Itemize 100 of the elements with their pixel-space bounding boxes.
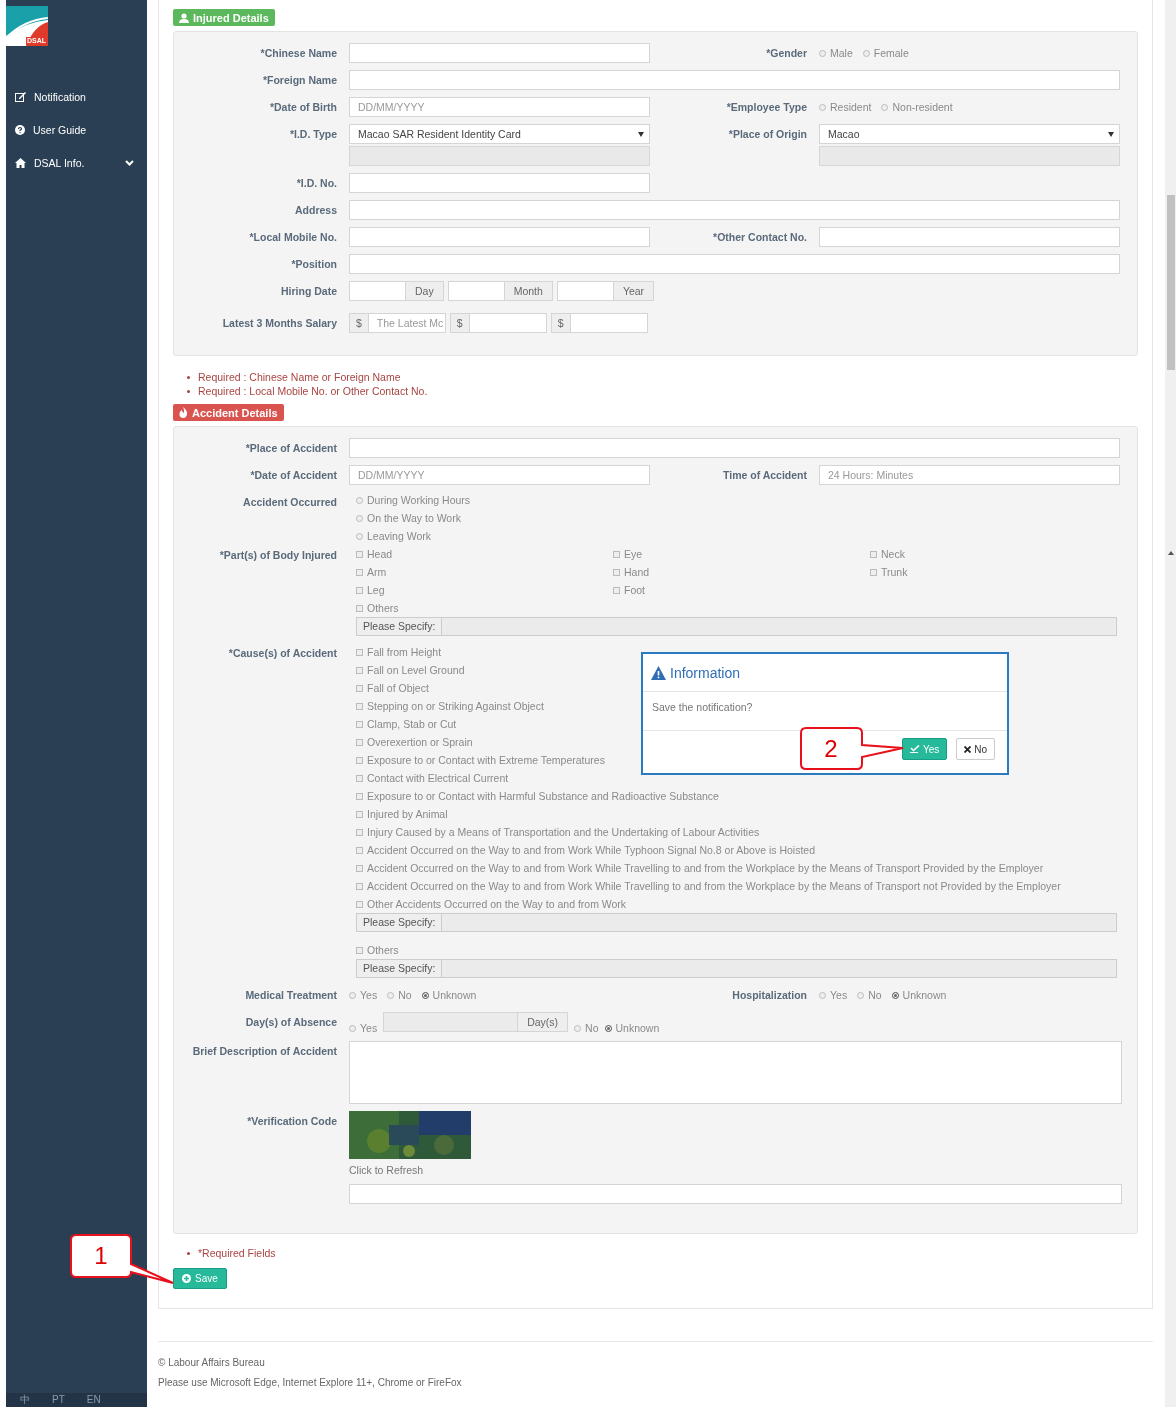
salary-field[interactable]: $ — [550, 313, 648, 333]
text-field[interactable]: DD/MM/YYYY — [349, 465, 650, 485]
specify-field[interactable]: Please Specify: — [356, 959, 1117, 978]
radio-button[interactable] — [819, 49, 826, 57]
nav-item[interactable]: Notification — [6, 88, 147, 105]
verification-field[interactable] — [349, 1184, 1122, 1204]
checkbox-option[interactable]: Other Accidents Occurred on the Way to and from Work — [356, 895, 627, 913]
radio-button[interactable] — [349, 991, 356, 999]
radio-option[interactable]: Male — [819, 47, 853, 59]
description-field[interactable] — [349, 1041, 1122, 1104]
text-field[interactable]: DD/MM/YYYY — [349, 97, 650, 117]
checkbox-option[interactable]: Clamp, Stab or Cut — [356, 715, 457, 733]
checkbox-option[interactable]: Arm — [356, 563, 387, 581]
checkbox[interactable] — [356, 774, 363, 782]
radio-button[interactable] — [421, 991, 429, 999]
scroll-up-icon[interactable] — [1168, 551, 1174, 555]
checkbox[interactable] — [356, 684, 363, 692]
radio-button[interactable] — [862, 49, 870, 57]
checkbox-option[interactable]: Others — [356, 941, 399, 959]
checkbox[interactable] — [356, 828, 363, 836]
radio-option[interactable]: No — [574, 1022, 599, 1034]
date-part-field[interactable]: Day — [349, 281, 444, 301]
language-link[interactable]: PT — [52, 1393, 65, 1407]
radio-button[interactable] — [857, 991, 865, 999]
radio-option[interactable]: Non-resident — [881, 101, 953, 113]
radio-option[interactable]: Yes — [819, 989, 848, 1001]
radio-option[interactable]: No — [387, 989, 412, 1001]
nav-item[interactable]: DSAL Info. — [6, 154, 147, 171]
checkbox[interactable] — [356, 946, 363, 954]
radio-option[interactable]: Yes — [349, 1022, 378, 1034]
checkbox[interactable] — [613, 550, 620, 558]
text-field[interactable] — [819, 227, 1120, 247]
checkbox-option[interactable]: Leg — [356, 581, 385, 599]
radio-button[interactable] — [881, 103, 889, 111]
checkbox[interactable] — [870, 550, 877, 558]
checkbox[interactable] — [356, 720, 363, 728]
checkbox-option[interactable]: Injury Caused by a Means of Transportation and the Undertaking of Labour Activities — [356, 823, 760, 841]
radio-option[interactable]: During Working Hours — [356, 491, 471, 509]
checkbox-option[interactable]: Fall of Object — [356, 679, 429, 697]
checkbox[interactable] — [870, 568, 877, 576]
salary-field[interactable]: $ The Latest Mc — [349, 313, 446, 333]
checkbox-option[interactable]: Head — [356, 545, 393, 563]
text-field[interactable] — [349, 254, 1120, 274]
radio-button[interactable] — [604, 1024, 612, 1032]
date-part-field[interactable]: Month — [447, 281, 553, 301]
checkbox[interactable] — [356, 882, 363, 890]
radio-option[interactable]: Female — [862, 47, 909, 59]
radio-button[interactable] — [356, 496, 363, 504]
checkbox-option[interactable]: Contact with Electrical Current — [356, 769, 509, 787]
radio-option[interactable]: Unknown — [421, 989, 477, 1001]
radio-option[interactable]: On the Way to Work — [356, 509, 461, 527]
select-field[interactable]: Macao — [819, 124, 1120, 144]
checkbox[interactable] — [356, 586, 363, 594]
radio-button[interactable] — [819, 991, 826, 999]
refresh-link[interactable]: Click to Refresh — [349, 1164, 1120, 1176]
text-field[interactable] — [349, 200, 1120, 220]
checkbox[interactable] — [356, 604, 363, 612]
radio-option[interactable]: Leaving Work — [356, 527, 431, 545]
radio-button[interactable] — [356, 514, 363, 522]
specify-field[interactable]: Please Specify: — [356, 617, 1117, 636]
text-field[interactable] — [349, 43, 650, 63]
days-field[interactable]: Day(s) — [383, 1012, 569, 1032]
checkbox-option[interactable]: Accident Occurred on the Way to and from Work While Travelling to and from the Workplace by the Means of Transport Provided by the Employer — [356, 859, 1044, 877]
checkbox[interactable] — [356, 550, 363, 558]
salary-field[interactable]: $ — [449, 313, 547, 333]
checkbox-option[interactable]: Overexertion or Sprain — [356, 733, 473, 751]
checkbox-option[interactable]: Exposure to or Contact with Harmful Substance and Radioactive Substance — [356, 787, 719, 805]
checkbox-option[interactable]: Hand — [613, 563, 650, 581]
checkbox-option[interactable]: Stepping on or Striking Against Object — [356, 697, 544, 715]
checkbox-option[interactable]: Trunk — [870, 563, 908, 581]
radio-option[interactable]: Resident — [819, 101, 872, 113]
radio-button[interactable] — [356, 532, 363, 540]
text-field[interactable]: 24 Hours: Minutes — [819, 465, 1120, 485]
checkbox[interactable] — [613, 586, 620, 594]
checkbox-option[interactable]: Others — [356, 599, 399, 617]
radio-option[interactable]: Unknown — [604, 1022, 660, 1034]
checkbox-option[interactable]: Exposure to or Contact with Extreme Temperatures — [356, 751, 605, 769]
checkbox-option[interactable]: Injured by Animal — [356, 805, 448, 823]
nav-item[interactable]: User Guide — [6, 121, 147, 138]
checkbox-option[interactable]: Accident Occurred on the Way to and from Work While Typhoon Signal No.8 or Above is Hoisted — [356, 841, 816, 859]
scrollbar-thumb[interactable] — [1167, 195, 1175, 370]
checkbox-option[interactable]: Neck — [870, 545, 905, 563]
checkbox[interactable] — [356, 756, 363, 764]
checkbox-option[interactable]: Fall on Level Ground — [356, 661, 465, 679]
text-field[interactable] — [349, 438, 1120, 458]
checkbox[interactable] — [356, 666, 363, 674]
checkbox-option[interactable]: Foot — [613, 581, 645, 599]
checkbox[interactable] — [356, 648, 363, 656]
checkbox[interactable] — [613, 568, 620, 576]
checkbox[interactable] — [356, 702, 363, 710]
checkbox[interactable] — [356, 810, 363, 818]
radio-option[interactable]: Yes — [349, 989, 378, 1001]
text-field[interactable] — [349, 227, 650, 247]
checkbox[interactable] — [356, 738, 363, 746]
select-field[interactable]: Macao SAR Resident Identity Card — [349, 124, 650, 144]
text-field[interactable] — [349, 70, 1120, 90]
checkbox-option[interactable]: Fall from Height — [356, 643, 442, 661]
radio-option[interactable]: No — [857, 989, 882, 1001]
save-button[interactable]: Save — [173, 1268, 227, 1289]
language-link[interactable]: EN — [86, 1393, 101, 1407]
